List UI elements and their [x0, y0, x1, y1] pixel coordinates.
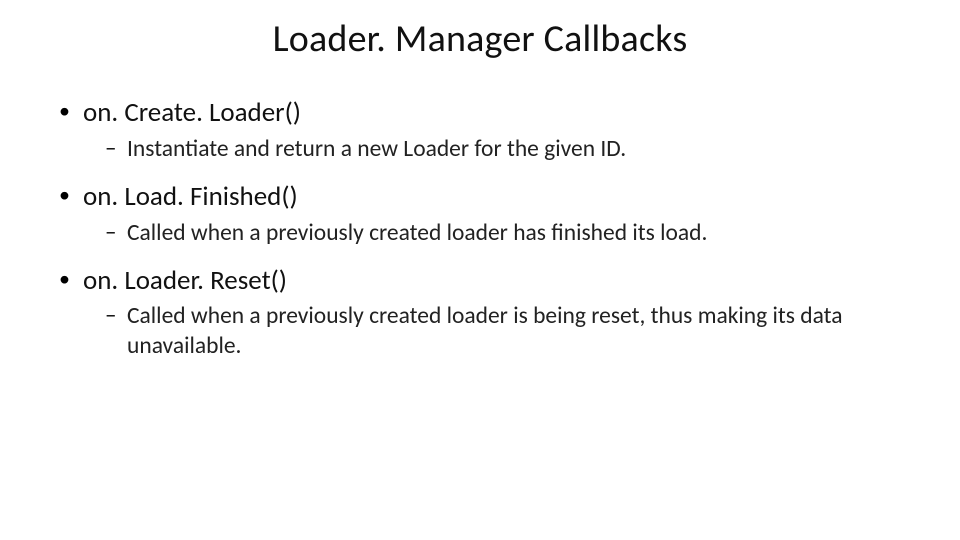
- bullet-item: on. Load. Finished() Called when a previ…: [55, 180, 905, 248]
- bullet-heading: on. Create. Loader(): [83, 96, 301, 129]
- sub-bullet-text: Instantiate and return a new Loader for …: [127, 135, 626, 163]
- sub-bullet-item: Called when a previously created loader …: [83, 301, 905, 361]
- slide: Loader. Manager Callbacks on. Create. Lo…: [0, 0, 960, 540]
- sub-bullet-list: Called when a previously created loader …: [83, 301, 905, 361]
- sub-bullet-text: Called when a previously created loader …: [127, 302, 843, 360]
- sub-bullet-item: Instantiate and return a new Loader for …: [83, 134, 905, 164]
- slide-title: Loader. Manager Callbacks: [55, 16, 905, 62]
- sub-bullet-list: Called when a previously created loader …: [83, 218, 905, 248]
- bullet-list: on. Create. Loader() Instantiate and ret…: [55, 96, 905, 362]
- bullet-item: on. Loader. Reset() Called when a previo…: [55, 264, 905, 362]
- bullet-heading: on. Load. Finished(): [83, 180, 298, 213]
- bullet-heading: on. Loader. Reset(): [83, 264, 287, 297]
- bullet-item: on. Create. Loader() Instantiate and ret…: [55, 96, 905, 164]
- sub-bullet-list: Instantiate and return a new Loader for …: [83, 134, 905, 164]
- sub-bullet-item: Called when a previously created loader …: [83, 218, 905, 248]
- sub-bullet-text: Called when a previously created loader …: [127, 219, 707, 247]
